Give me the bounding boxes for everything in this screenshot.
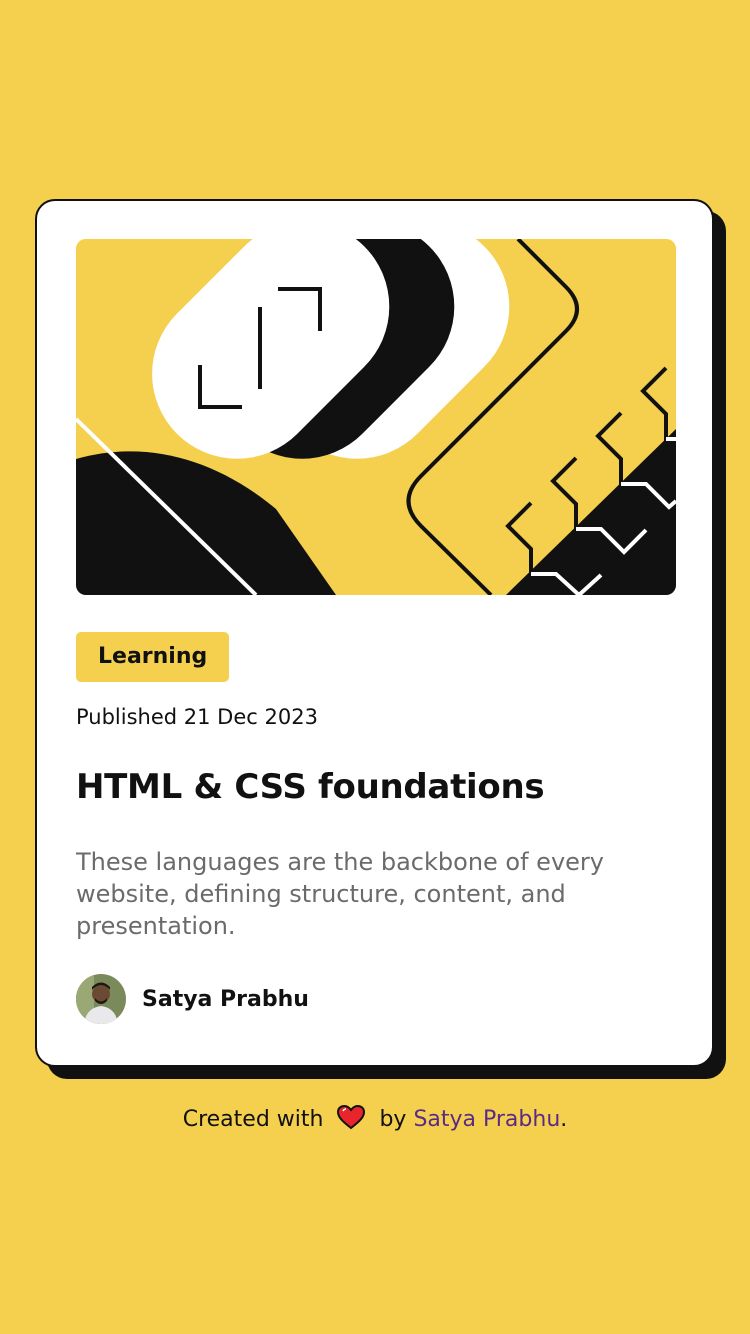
card-description: These languages are the backbone of ever… bbox=[76, 848, 604, 940]
card-title[interactable]: HTML & CSS foundations bbox=[76, 767, 545, 807]
avatar bbox=[76, 974, 126, 1024]
footer-prefix: Created with bbox=[182, 1107, 324, 1132]
author-link[interactable]: Satya Prabhu bbox=[413, 1107, 560, 1132]
footer-suffix: . bbox=[560, 1107, 568, 1132]
heart-icon bbox=[336, 1104, 366, 1136]
category-tag[interactable]: Learning bbox=[76, 632, 230, 682]
footer-attribution: Created with by Satya Prabhu. bbox=[0, 1104, 750, 1136]
hero-illustration bbox=[76, 239, 676, 595]
author-name[interactable]: Satya Prabhu bbox=[142, 987, 309, 1012]
published-date: Published 21 Dec 2023 bbox=[76, 705, 318, 729]
blog-card: Learning Published 21 Dec 2023 HTML & CS… bbox=[35, 199, 714, 1067]
footer-by: by bbox=[379, 1107, 407, 1132]
author-row: Satya Prabhu bbox=[76, 974, 309, 1024]
